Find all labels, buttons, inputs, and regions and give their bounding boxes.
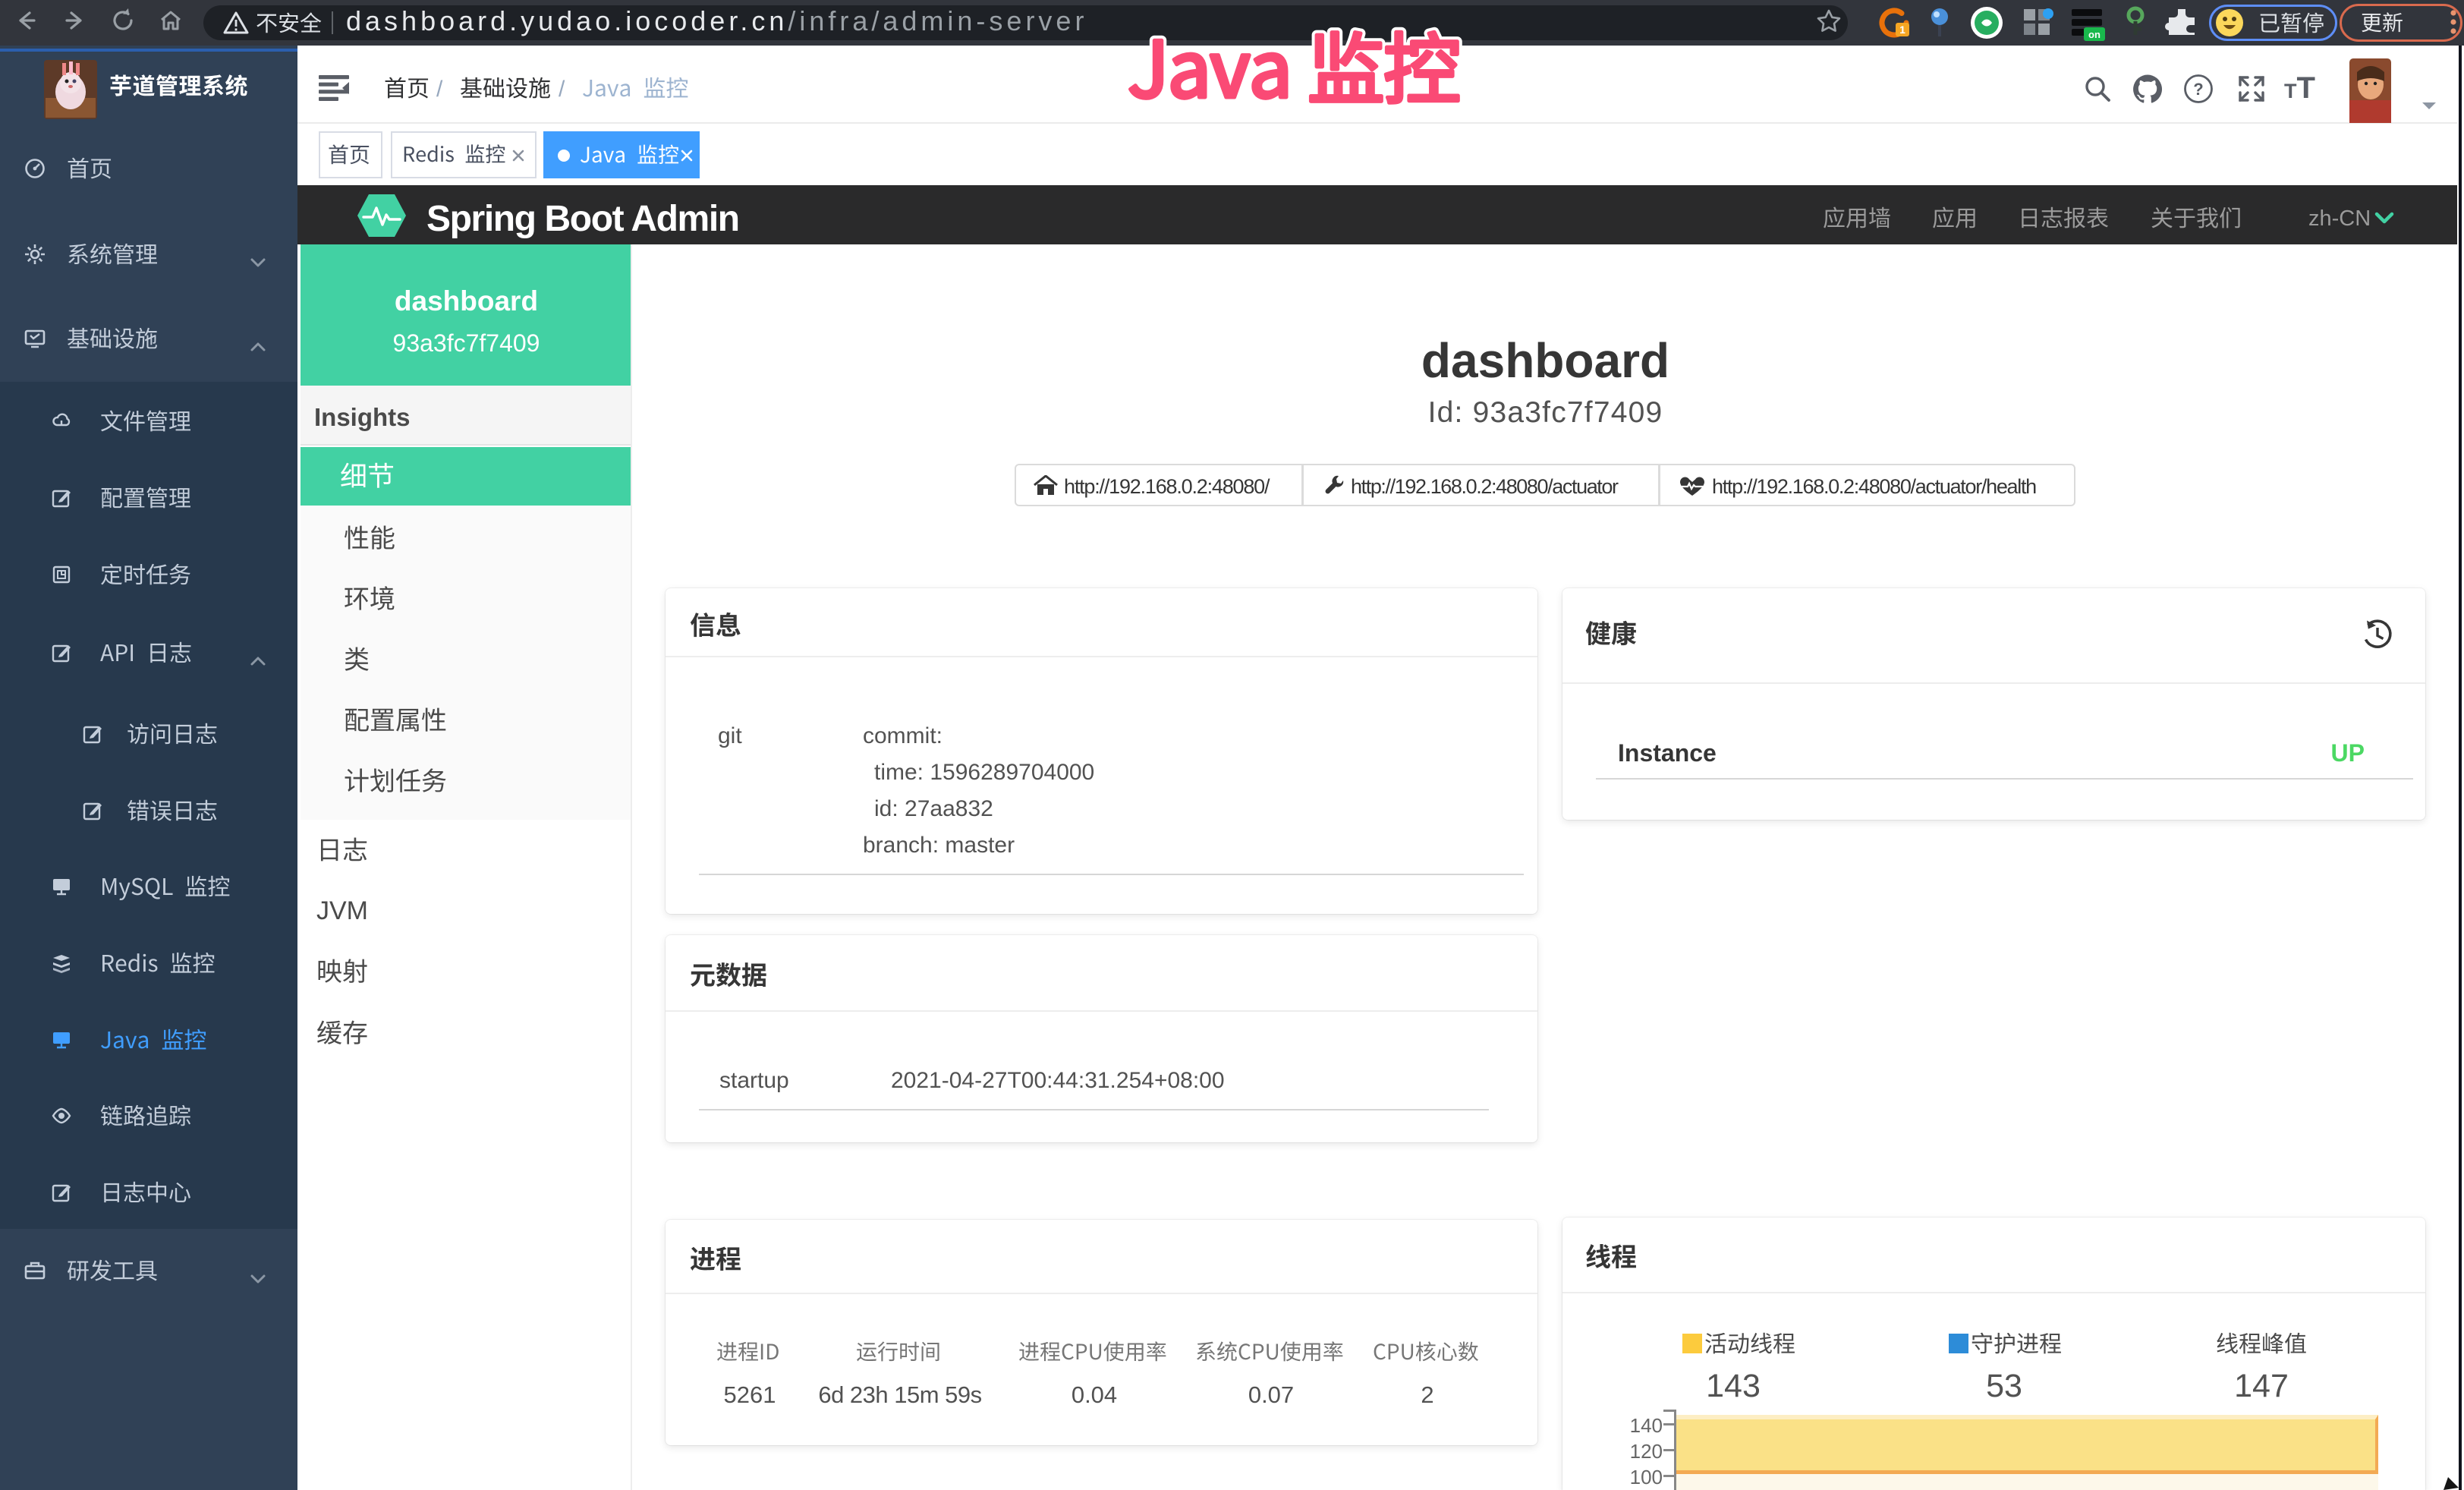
svg-text:1: 1: [1899, 24, 1905, 36]
svg-text:?: ?: [2193, 80, 2203, 99]
svg-text:on: on: [2088, 29, 2101, 40]
